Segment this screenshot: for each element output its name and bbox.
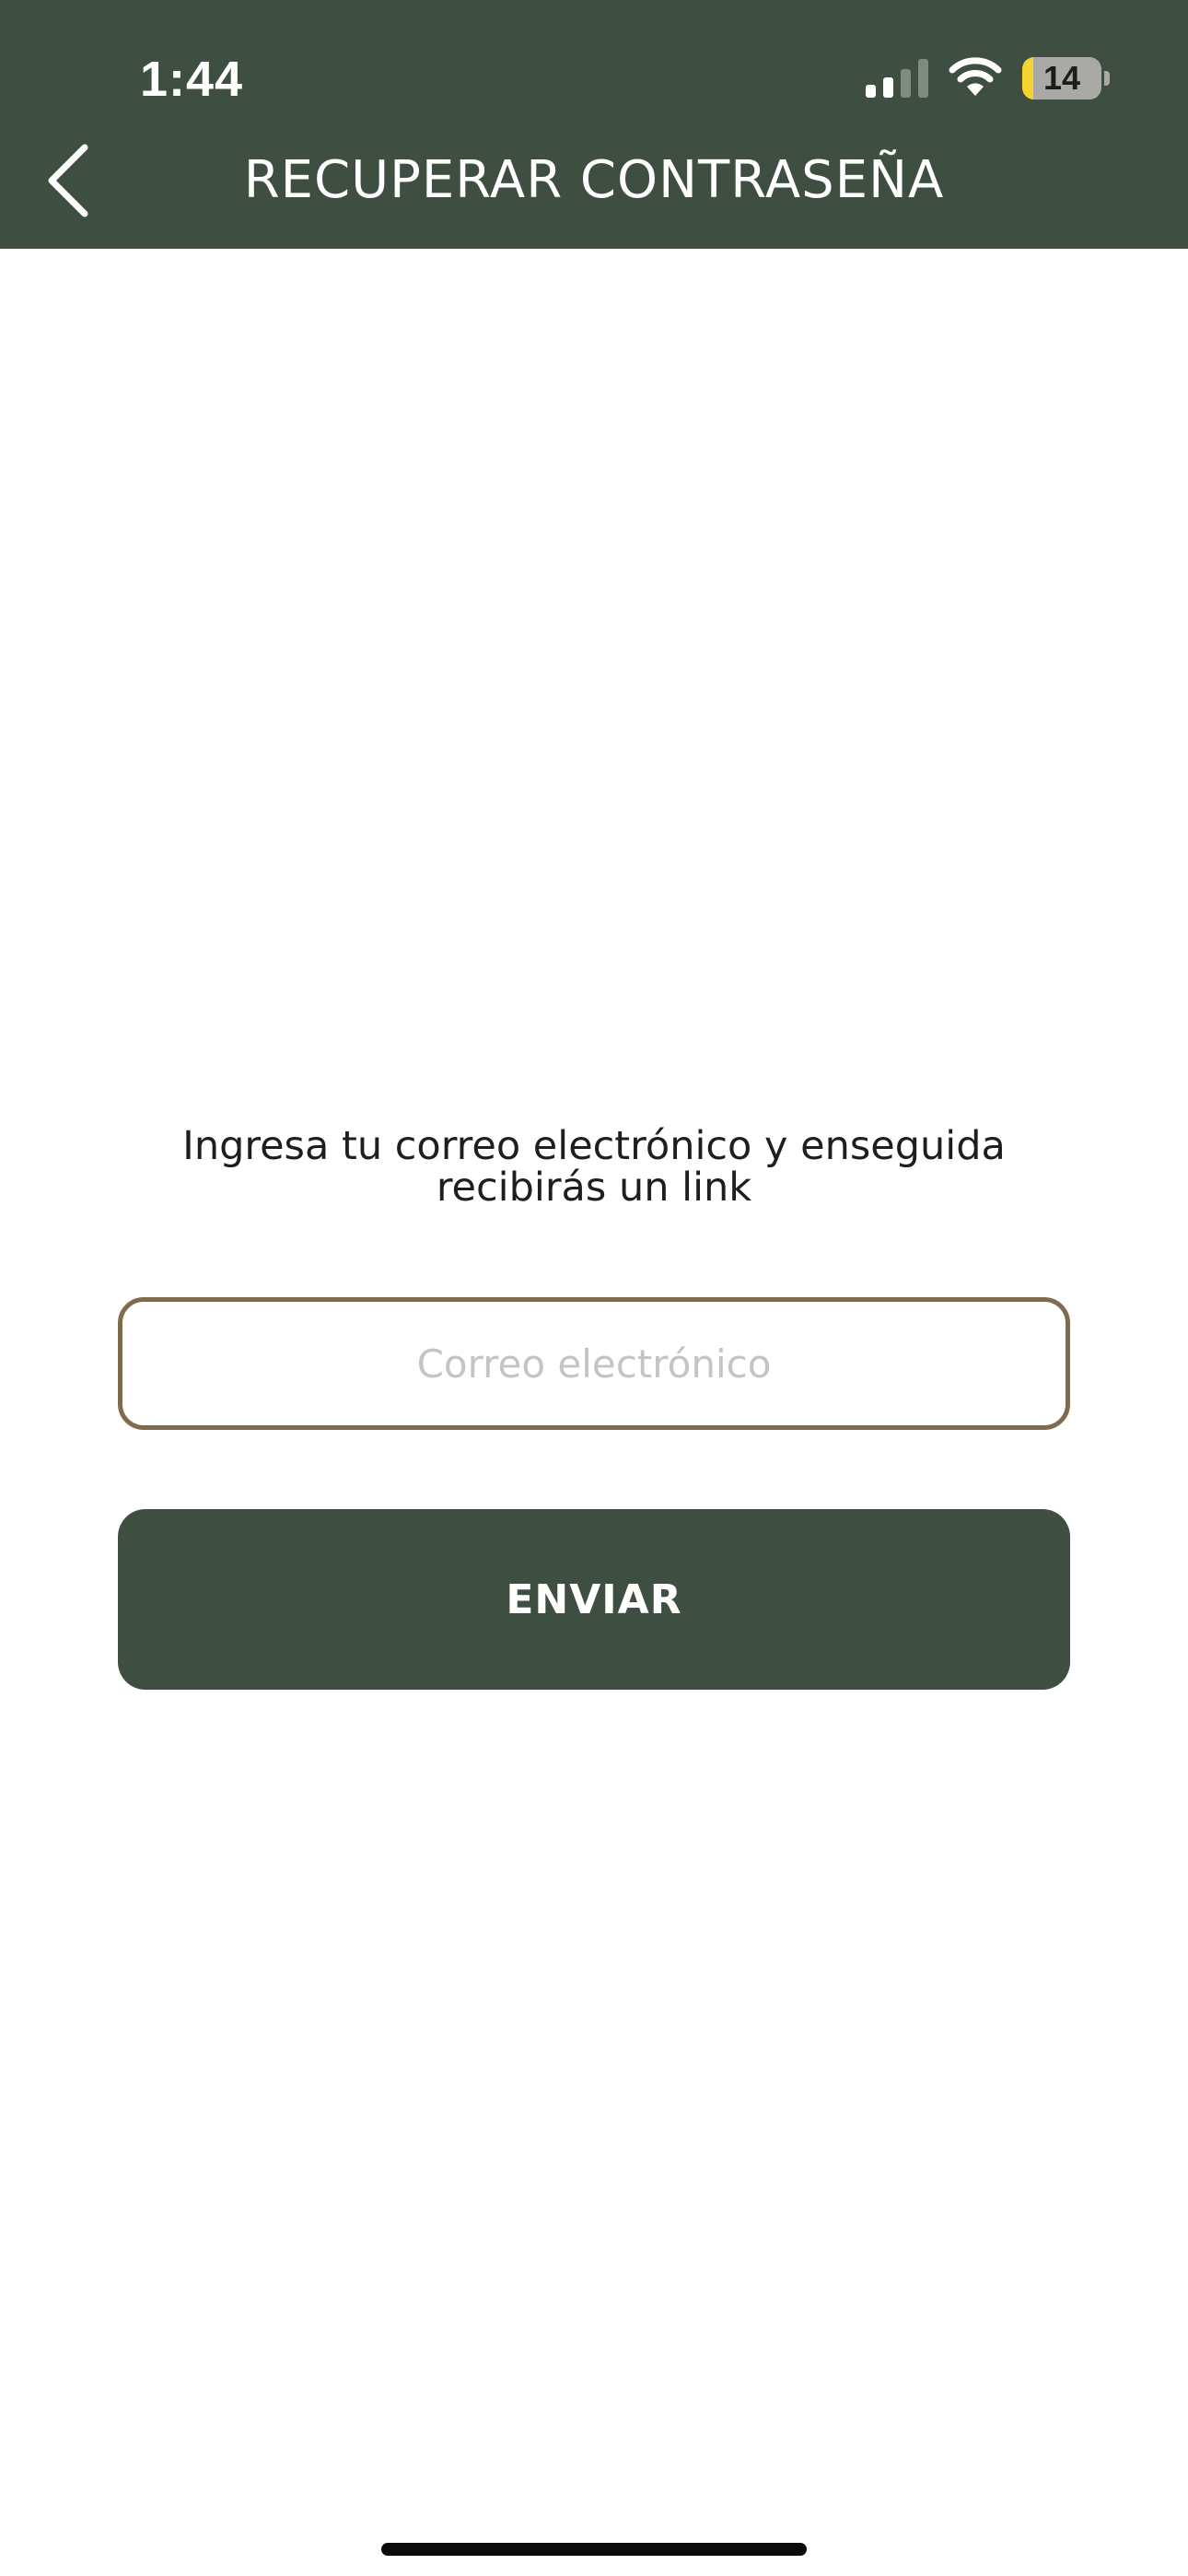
battery-tip <box>1104 71 1110 86</box>
signal-bar <box>918 59 928 98</box>
battery-level: 14 <box>1042 59 1081 97</box>
email-field[interactable] <box>118 1297 1070 1430</box>
app-header: 1:44 14 RECUPERAR CONTRASEÑA <box>0 0 1188 249</box>
signal-bar <box>866 85 876 98</box>
page-title: RECUPERAR CONTRASEÑA <box>243 150 945 210</box>
instructions-text: Ingresa tu correo electrónico y enseguid… <box>182 1123 1006 1211</box>
signal-bar <box>901 69 911 98</box>
battery-icon: 14 <box>1022 57 1111 100</box>
cellular-signal-icon <box>866 59 928 98</box>
status-time: 1:44 <box>140 52 244 107</box>
home-indicator <box>381 2543 807 2556</box>
wifi-icon <box>949 57 1002 96</box>
signal-bar <box>883 77 893 98</box>
send-button[interactable]: ENVIAR <box>118 1509 1070 1690</box>
